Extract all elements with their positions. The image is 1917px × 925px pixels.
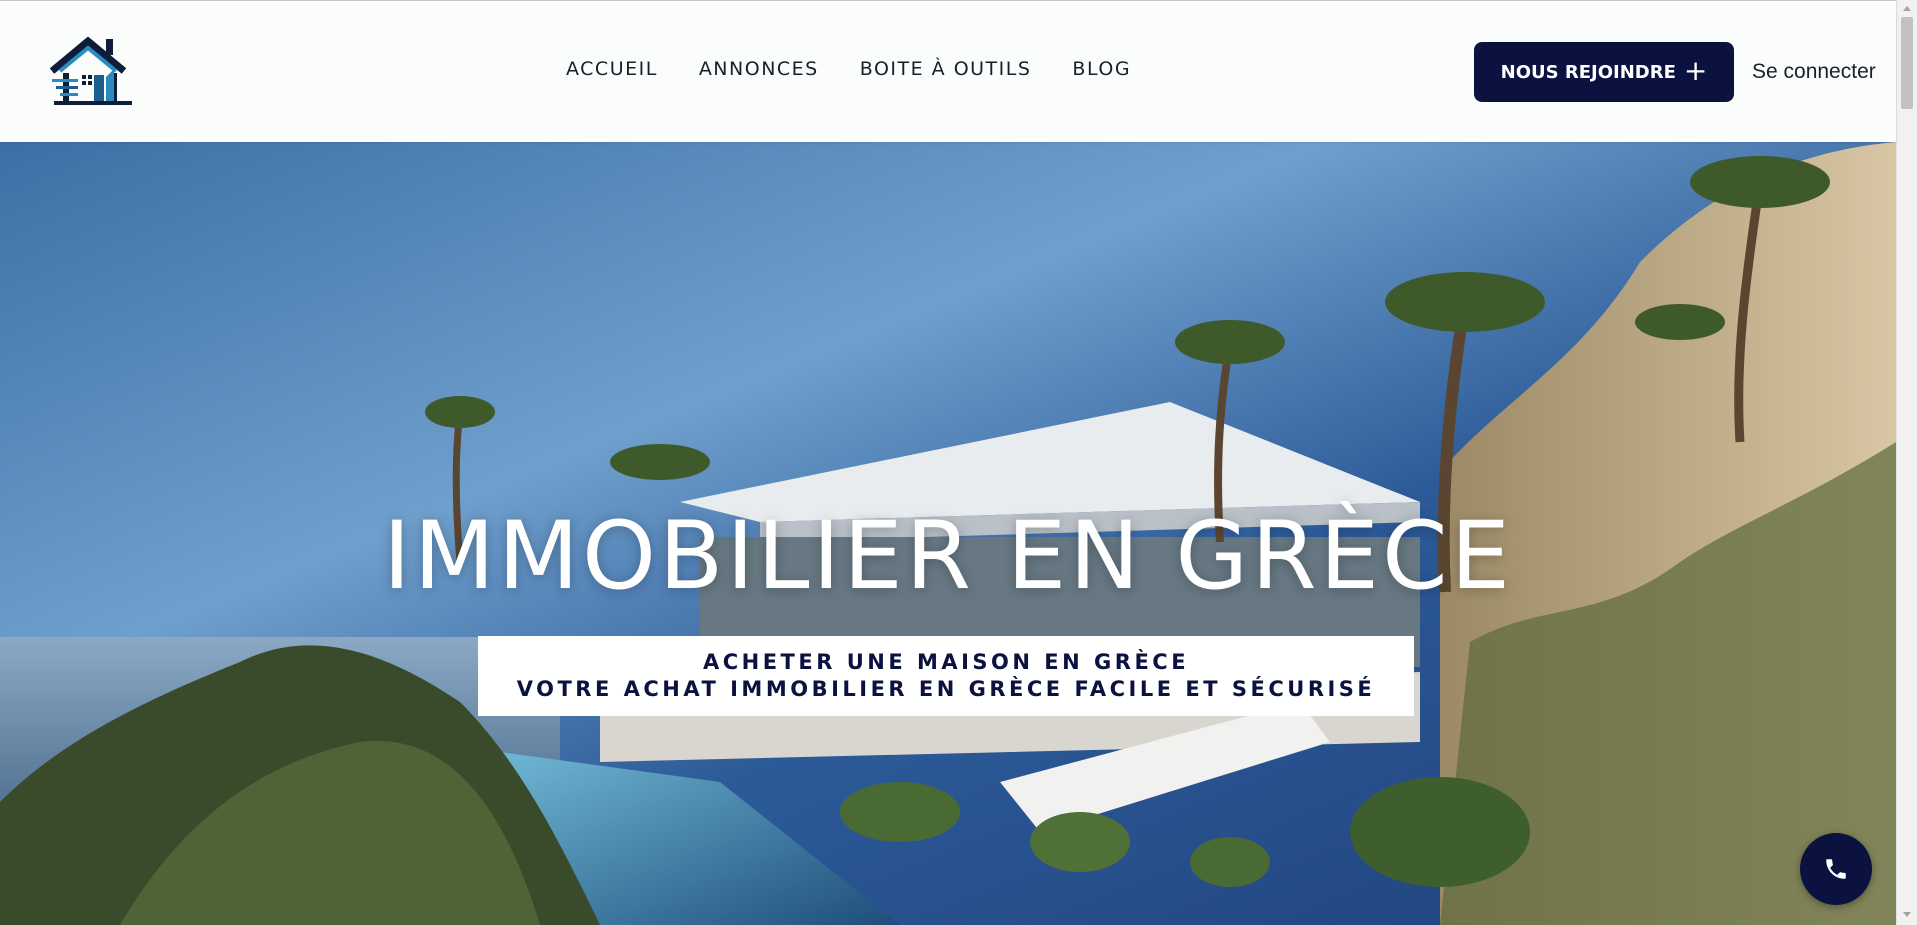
scroll-thumb[interactable] — [1901, 17, 1913, 109]
hero-title: IMMOBILIER EN GRÈCE — [383, 502, 1513, 611]
scroll-down-arrow-icon[interactable] — [1903, 912, 1911, 917]
vertical-scrollbar[interactable] — [1896, 0, 1917, 925]
join-button-label: NOUS REJOINDRE — [1500, 61, 1676, 83]
hero-subtitle-line1: ACHETER UNE MAISON EN GRÈCE — [702, 650, 1190, 674]
nav-item-blog[interactable]: BLOG — [1072, 58, 1131, 80]
login-link[interactable]: Se connecter — [1752, 60, 1876, 84]
site-header: ACCUEIL ANNONCES BOITE À OUTILS BLOG NOU… — [0, 1, 1896, 142]
hero-subtitle-box: ACHETER UNE MAISON EN GRÈCE VOTRE ACHAT … — [478, 636, 1414, 716]
hero-section: IMMOBILIER EN GRÈCE ACHETER UNE MAISON E… — [0, 142, 1896, 925]
nav-item-annonces[interactable]: ANNONCES — [699, 58, 819, 80]
call-button[interactable] — [1800, 833, 1872, 905]
nav-item-accueil[interactable]: ACCUEIL — [566, 58, 658, 80]
nav-item-boite-a-outils[interactable]: BOITE À OUTILS — [860, 58, 1032, 80]
hero-subtitle-line2: VOTRE ACHAT IMMOBILIER EN GRÈCE FACILE E… — [516, 677, 1376, 701]
scroll-up-arrow-icon[interactable] — [1903, 6, 1911, 11]
main-nav: ACCUEIL ANNONCES BOITE À OUTILS BLOG — [566, 58, 1131, 80]
house-logo-icon[interactable] — [49, 35, 134, 107]
page: ACCUEIL ANNONCES BOITE À OUTILS BLOG NOU… — [0, 0, 1917, 925]
phone-icon — [1826, 859, 1846, 879]
plus-icon: + — [1683, 53, 1708, 87]
join-button[interactable]: NOUS REJOINDRE + — [1474, 42, 1734, 102]
